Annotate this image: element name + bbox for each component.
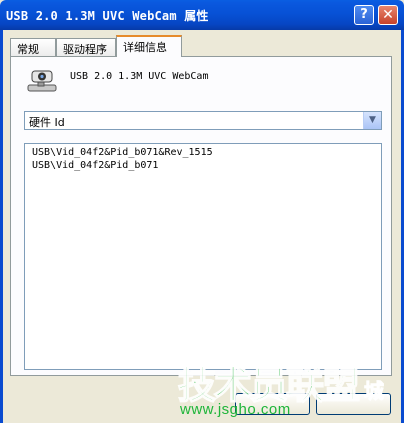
window-border-left [0, 30, 3, 423]
list-item[interactable]: USB\Vid_04f2&Pid_b071 [32, 160, 158, 171]
tab-general[interactable]: 常规 [10, 38, 56, 56]
close-button[interactable]: ✕ [378, 5, 398, 25]
title-bar[interactable]: USB 2.0 1.3M UVC WebCam 属性 ? ✕ [0, 0, 404, 30]
list-item[interactable]: USB\Vid_04f2&Pid_b071&Rev_1515 [32, 147, 213, 158]
tab-driver[interactable]: 驱动程序 [56, 38, 116, 56]
tab-driver-label: 驱动程序 [63, 43, 107, 56]
value-list[interactable]: USB\Vid_04f2&Pid_b071&Rev_1515 USB\Vid_0… [24, 143, 382, 370]
chevron-down-icon[interactable]: ▼ [363, 112, 381, 129]
tab-general-label: 常规 [17, 43, 39, 56]
window-title: USB 2.0 1.3M UVC WebCam 属性 [6, 9, 209, 23]
watermark-logo-suffix: 城 [364, 379, 385, 404]
help-button[interactable]: ? [354, 5, 374, 25]
tab-details-label: 详细信息 [123, 41, 167, 54]
watermark-url: www.jsgho.com [180, 401, 291, 418]
tab-details[interactable]: 详细信息 [116, 35, 182, 57]
webcam-icon [27, 70, 57, 92]
property-select[interactable]: 硬件 Id ▼ [24, 111, 382, 130]
device-name: USB 2.0 1.3M UVC WebCam [70, 71, 209, 82]
property-select-value: 硬件 Id [29, 116, 65, 129]
